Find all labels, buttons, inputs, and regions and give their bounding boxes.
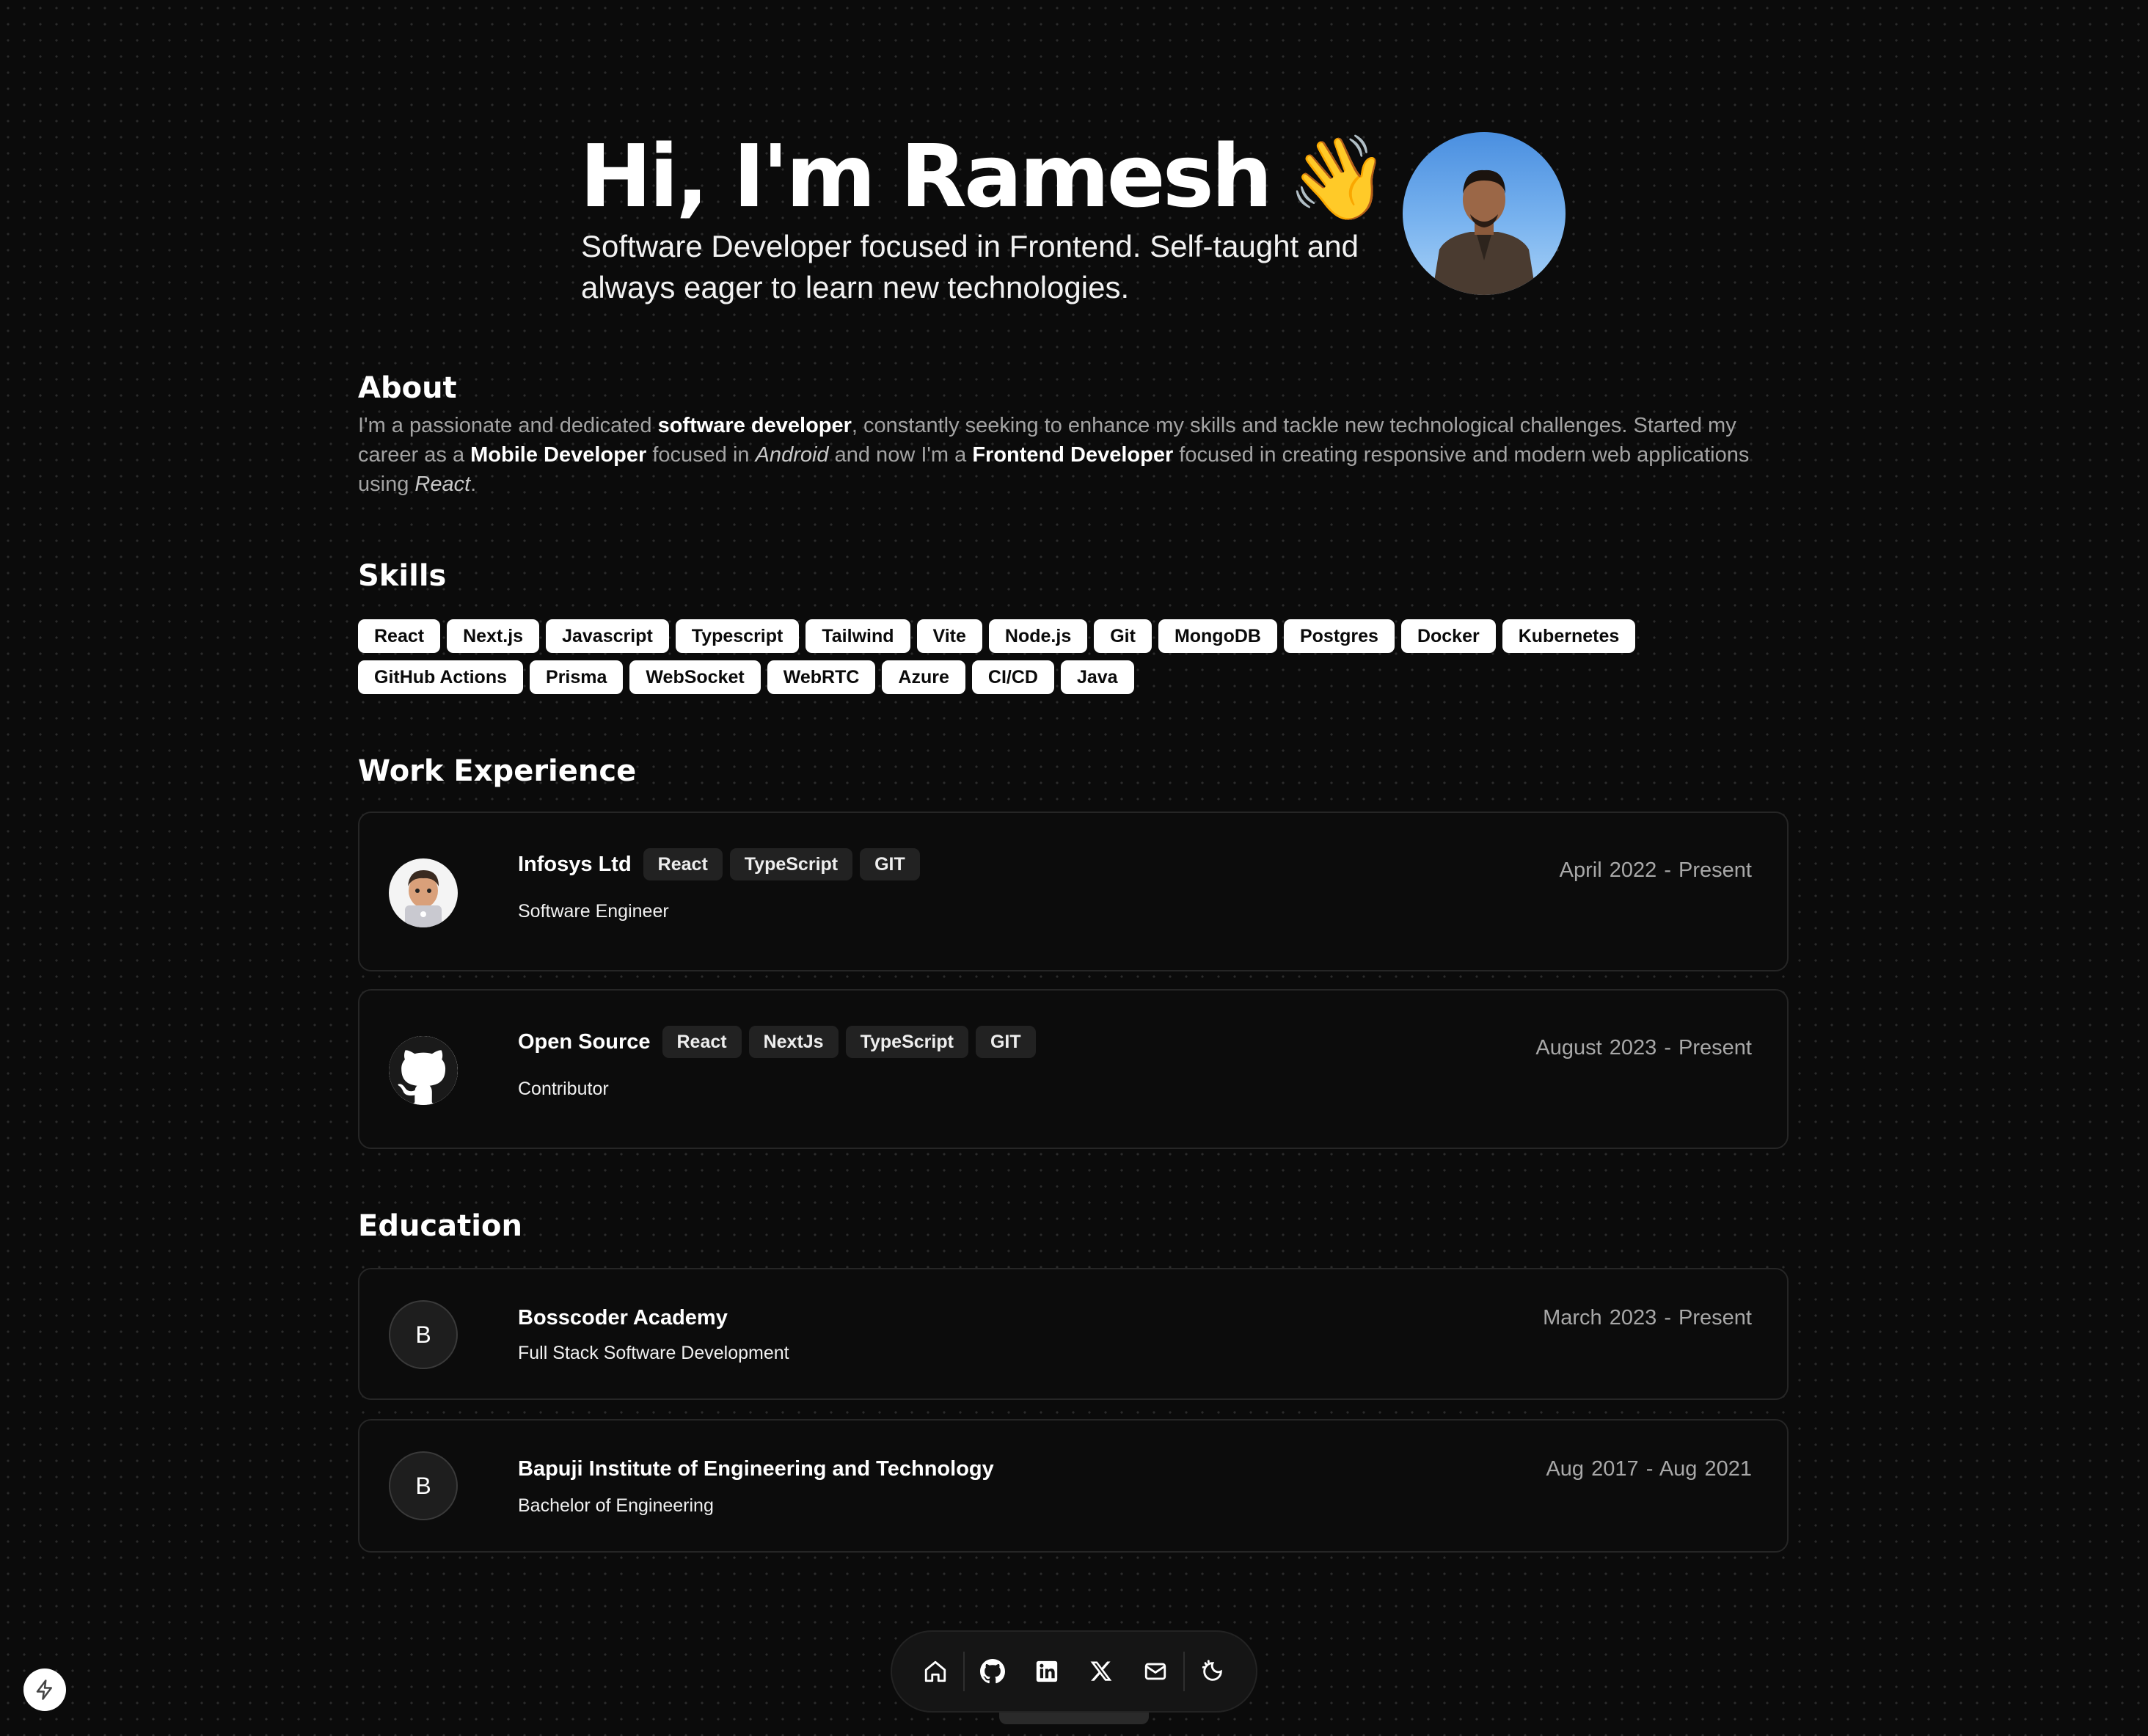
skill-badge: Java — [1060, 660, 1134, 694]
education-card-bosscoder[interactable]: B Bosscoder Academy Full Stack Software … — [358, 1268, 1789, 1400]
company-name: Open Source — [518, 1029, 651, 1054]
x-icon[interactable] — [1074, 1642, 1128, 1701]
about-title: About — [358, 371, 457, 405]
date-range: April 2022 - Present — [1559, 858, 1752, 882]
skill-badge: Tailwind — [806, 619, 910, 653]
mail-icon[interactable] — [1128, 1642, 1183, 1701]
skill-badge: Kubernetes — [1502, 619, 1636, 653]
education-card-bapuji[interactable]: B Bapuji Institute of Engineering and Te… — [358, 1419, 1789, 1553]
tech-tag: React — [643, 848, 723, 880]
skill-badge: CI/CD — [971, 660, 1054, 694]
profile-avatar — [1403, 132, 1566, 295]
dock-separator — [1183, 1652, 1185, 1691]
lightning-icon[interactable] — [23, 1668, 66, 1711]
tech-tag: TypeScript — [845, 1026, 968, 1058]
work-card-infosys[interactable]: Infosys Ltd React TypeScript GIT Softwar… — [358, 812, 1789, 971]
tech-tag: NextJs — [748, 1026, 839, 1058]
school-logo-letter: B — [389, 1451, 458, 1520]
work-card-header: Infosys Ltd React TypeScript GIT — [518, 848, 920, 880]
github-icon — [389, 1036, 458, 1105]
school-name: Bapuji Institute of Engineering and Tech… — [518, 1457, 994, 1481]
skill-badge: Docker — [1400, 619, 1496, 653]
skill-badge: Postgres — [1283, 619, 1395, 653]
education-card-header: Bapuji Institute of Engineering and Tech… — [518, 1457, 998, 1481]
about-text: I'm a passionate and dedicated software … — [358, 414, 1750, 496]
waving-hand-icon: 👋 — [1287, 131, 1389, 226]
bottom-dock — [891, 1630, 1257, 1713]
date-range: March 2023 - Present — [1543, 1306, 1752, 1330]
skill-badge: Prisma — [530, 660, 624, 694]
skills-list: React Next.js Javascript Typescript Tail… — [358, 619, 1803, 694]
job-role: Contributor — [518, 1079, 609, 1099]
work-card-open-source[interactable]: Open Source React NextJs TypeScript GIT … — [358, 989, 1789, 1149]
skill-badge: Node.js — [988, 619, 1088, 653]
skill-badge: React — [358, 619, 441, 653]
work-card-header: Open Source React NextJs TypeScript GIT — [518, 1026, 1036, 1058]
skills-title: Skills — [358, 559, 447, 593]
date-range: Aug 2017 - Aug 2021 — [1546, 1457, 1752, 1481]
dock-separator — [963, 1652, 965, 1691]
date-range: August 2023 - Present — [1535, 1036, 1752, 1060]
theme-toggle-icon[interactable] — [1186, 1642, 1240, 1701]
memoji-avatar-icon — [389, 858, 458, 927]
linkedin-icon[interactable] — [1020, 1642, 1074, 1701]
tech-tag: GIT — [860, 848, 920, 880]
skill-badge: Git — [1094, 619, 1152, 653]
skill-badge: Vite — [916, 619, 982, 653]
tech-tag: GIT — [975, 1026, 1036, 1058]
github-icon[interactable] — [965, 1642, 1020, 1701]
skill-badge: Azure — [882, 660, 965, 694]
job-role: Software Engineer — [518, 901, 669, 922]
hero-tagline: Software Developer focused in Frontend. … — [581, 229, 1359, 304]
degree-name: Full Stack Software Development — [518, 1343, 789, 1363]
tech-tag: React — [662, 1026, 742, 1058]
skill-badge: GitHub Actions — [358, 660, 524, 694]
hero-heading: Hi, I'm Ramesh 👋 — [580, 125, 1389, 230]
skill-badge: WebRTC — [767, 660, 876, 694]
work-experience-title: Work Experience — [358, 754, 637, 788]
skill-badge: Next.js — [447, 619, 540, 653]
company-name: Infosys Ltd — [518, 852, 632, 876]
degree-name: Bachelor of Engineering — [518, 1495, 714, 1516]
skill-badge: MongoDB — [1158, 619, 1277, 653]
tech-tag: TypeScript — [729, 848, 853, 880]
education-title: Education — [358, 1209, 522, 1243]
skill-badge: WebSocket — [629, 660, 761, 694]
skill-badge: Javascript — [546, 619, 669, 653]
home-icon[interactable] — [908, 1642, 962, 1701]
education-card-header: Bosscoder Academy — [518, 1306, 732, 1330]
skill-badge: Typescript — [675, 619, 800, 653]
hero-greeting: Hi, I'm Ramesh — [580, 125, 1273, 227]
school-logo-letter: B — [389, 1300, 458, 1369]
school-name: Bosscoder Academy — [518, 1306, 728, 1330]
